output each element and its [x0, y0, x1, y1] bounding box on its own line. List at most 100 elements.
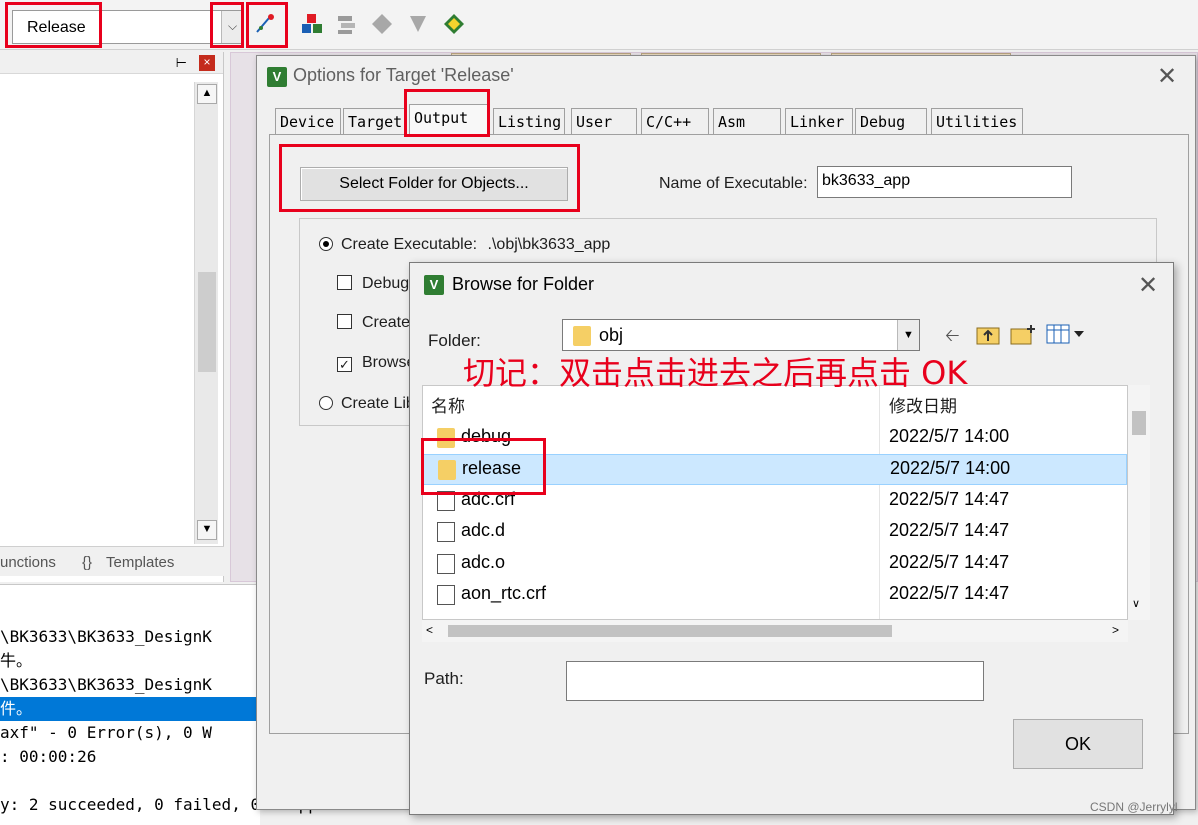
- pack-installer-icon[interactable]: [370, 12, 394, 36]
- item-date: 2022/5/7 14:00: [889, 426, 1010, 446]
- path-field[interactable]: [566, 661, 984, 701]
- close-icon[interactable]: ✕: [1138, 271, 1158, 300]
- item-date: 2022/5/7 14:47: [889, 489, 1010, 509]
- tab-device[interactable]: Device: [275, 108, 341, 134]
- scroll-left-icon[interactable]: <: [426, 623, 433, 637]
- output-line: 牛。: [0, 651, 33, 670]
- batch-build-icon[interactable]: [335, 12, 359, 36]
- tab-debug[interactable]: Debug: [855, 108, 927, 134]
- item-name: adc.d: [461, 520, 506, 540]
- browse-folder-dialog: V Browse for Folder ✕ Folder: obj ▼ 🡠 名称…: [409, 262, 1174, 815]
- create-lib-label: Create Lib: [341, 395, 415, 412]
- output-line: \BK3633\BK3633_DesignK: [0, 675, 212, 694]
- highlight-box: [404, 89, 490, 137]
- create-exe-label: Create Executable:: [341, 236, 478, 253]
- checkbox-icon[interactable]: [337, 314, 352, 329]
- list-item[interactable]: aon_rtc.crf 2022/5/7 14:47: [423, 580, 1127, 611]
- tab-cpp[interactable]: C/C++: [641, 108, 709, 134]
- checkbox-checked-icon[interactable]: ✓: [337, 357, 352, 372]
- highlight-box: [246, 2, 288, 48]
- toolbar: Release ⌵: [0, 0, 1198, 50]
- highlight-box: [5, 2, 102, 48]
- highlight-box: [421, 438, 546, 495]
- list-horizontal-scrollbar[interactable]: < >: [422, 620, 1128, 642]
- templates-icon: {}: [82, 554, 93, 571]
- output-line: \BK3633\BK3633_DesignK: [0, 627, 212, 646]
- keil-logo-icon: V: [424, 275, 444, 295]
- chevron-down-icon[interactable]: ▼: [897, 320, 919, 350]
- tab-utilities[interactable]: Utilities: [931, 108, 1023, 134]
- item-date: 2022/5/7 14:00: [890, 458, 1011, 478]
- item-date: 2022/5/7 14:47: [889, 552, 1010, 572]
- radio-off-icon[interactable]: [319, 396, 333, 410]
- list-item[interactable]: adc.d 2022/5/7 14:47: [423, 517, 1127, 548]
- manage-components-icon[interactable]: [300, 12, 324, 36]
- folder-select[interactable]: obj ▼: [562, 319, 920, 351]
- options-dialog-title: Options for Target 'Release': [293, 65, 514, 85]
- scroll-thumb[interactable]: [1132, 411, 1146, 435]
- radio-on-icon[interactable]: [319, 237, 333, 251]
- tab-target[interactable]: Target: [343, 108, 405, 134]
- output-line: axf" - 0 Error(s), 0 W: [0, 723, 212, 742]
- output-line: : 00:00:26: [0, 747, 97, 766]
- scroll-thumb[interactable]: [448, 625, 892, 637]
- tab-listing[interactable]: Listing: [493, 108, 565, 134]
- file-icon: [437, 585, 455, 605]
- browse-info-option[interactable]: ✓ Browse: [337, 354, 415, 372]
- folder-select-value: obj: [599, 325, 624, 345]
- tab-functions[interactable]: unctions: [0, 554, 56, 571]
- create-hex-option[interactable]: Create: [337, 314, 410, 332]
- item-date: 2022/5/7 14:47: [889, 583, 1010, 603]
- debug-label: Debug: [362, 275, 410, 292]
- item-name: aon_rtc.crf: [461, 583, 547, 603]
- project-bottom-tabs: unctions {} Templates: [0, 546, 224, 576]
- create-executable-option[interactable]: Create Executable: .\obj\bk3633_app: [319, 236, 610, 254]
- scroll-down-icon[interactable]: ∨: [1132, 597, 1140, 610]
- name-exe-label: Name of Executable:: [659, 175, 808, 192]
- tab-asm[interactable]: Asm: [713, 108, 781, 134]
- new-folder-icon[interactable]: [1010, 323, 1036, 345]
- scroll-right-icon[interactable]: >: [1112, 623, 1119, 637]
- build-target-icon[interactable]: [442, 12, 466, 36]
- keil-logo-icon: V: [267, 67, 287, 87]
- build-output: \BK3633\BK3633_DesignK 牛。 \BK3633\BK3633…: [0, 584, 337, 825]
- create-library-option[interactable]: Create Lib: [319, 395, 415, 413]
- list-vertical-scrollbar[interactable]: ∨: [1128, 385, 1150, 620]
- pin-icon[interactable]: ⊢: [176, 55, 187, 71]
- folder-icon: [573, 326, 591, 346]
- ok-button[interactable]: OK: [1013, 719, 1143, 769]
- scroll-down-icon[interactable]: ▼: [197, 520, 217, 540]
- project-panel: ⊢ ×: [0, 52, 224, 582]
- file-icon: [437, 522, 455, 542]
- browse-dialog-title: Browse for Folder: [452, 274, 595, 294]
- list-item[interactable]: adc.o 2022/5/7 14:47: [423, 549, 1127, 580]
- close-icon[interactable]: ×: [199, 55, 215, 71]
- up-folder-icon[interactable]: [976, 323, 1000, 345]
- item-name: adc.o: [461, 552, 506, 572]
- item-date: 2022/5/7 14:47: [889, 520, 1010, 540]
- path-label: Path:: [424, 669, 464, 688]
- executable-name-field[interactable]: bk3633_app: [817, 166, 1072, 198]
- annotation-text: 切记：双击点击进去之后再点击 OK: [463, 354, 968, 392]
- view-menu-icon[interactable]: [1046, 323, 1088, 345]
- tab-linker[interactable]: Linker: [785, 108, 853, 134]
- checkbox-icon[interactable]: [337, 275, 352, 290]
- close-icon[interactable]: ✕: [1157, 62, 1177, 91]
- create-exe-path: .\obj\bk3633_app: [487, 236, 611, 253]
- options-tabs: Device Target Output Listing User C/C++ …: [275, 104, 1035, 135]
- file-icon: [437, 554, 455, 574]
- project-scrollbar[interactable]: ▲ ▼: [194, 82, 218, 544]
- highlight-box: [210, 2, 244, 48]
- create-label: Create: [362, 314, 411, 331]
- scroll-thumb[interactable]: [198, 272, 216, 372]
- output-line: 件。: [0, 697, 260, 721]
- debug-info-option[interactable]: Debug: [337, 275, 409, 293]
- folder-file-list[interactable]: 名称 修改日期 debug 2022/5/7 14:00 release 202…: [422, 385, 1128, 620]
- highlight-box: [279, 144, 580, 212]
- tab-user[interactable]: User: [571, 108, 637, 134]
- tab-templates[interactable]: Templates: [106, 554, 174, 571]
- pack-update-icon[interactable]: [406, 12, 430, 36]
- scroll-up-icon[interactable]: ▲: [197, 84, 217, 104]
- project-panel-titlebar: ⊢ ×: [0, 52, 223, 74]
- browse-label: Browse: [362, 354, 416, 371]
